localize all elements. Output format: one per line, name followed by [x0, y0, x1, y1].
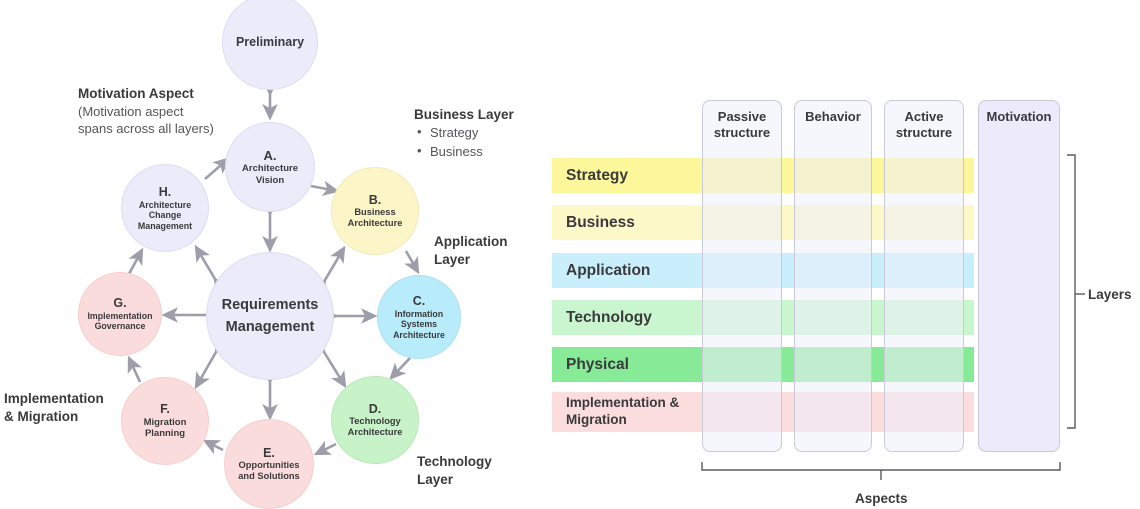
adm-node-b[interactable]: B. Business Architecture — [331, 167, 419, 255]
technology-layer-heading: Technology Layer — [417, 454, 492, 488]
application-layer-heading: Application Layer — [434, 234, 508, 268]
adm-node-f[interactable]: F. Migration Planning — [121, 377, 209, 465]
adm-node-a-letter: A. — [263, 148, 277, 164]
diagram-root: Preliminary A. Architecture Vision B. Bus… — [0, 0, 1140, 509]
matrix-bracket-layer — [701, 154, 1085, 480]
business-layer-heading: Business Layer — [414, 107, 514, 122]
business-layer-bullets: Strategy Business — [414, 123, 514, 161]
adm-node-h[interactable]: H. Architecture Change Management — [121, 164, 209, 252]
adm-node-g[interactable]: G. Implementation Governance — [78, 272, 162, 356]
adm-node-f-label: Migration Planning — [143, 417, 187, 440]
adm-node-preliminary-title: Preliminary — [235, 34, 305, 49]
business-layer-bullet-business: Business — [414, 142, 514, 161]
requirements-label: Requirements — [221, 296, 319, 313]
adm-node-e-letter: E. — [263, 445, 275, 460]
matrix-layers-bracket-label: Layers — [1088, 287, 1132, 302]
adm-node-a[interactable]: A. Architecture Vision — [225, 122, 315, 212]
implementation-migration-heading: Implementation & Migration — [4, 391, 104, 425]
adm-node-e-label: Opportunities and Solutions — [238, 460, 300, 482]
label-application-layer: Application Layer — [434, 233, 508, 269]
layers-aspects-matrix: Strategy Business Application Technology… — [540, 0, 1140, 509]
motivation-aspect-body: (Motivation aspect spans across all layer… — [78, 104, 214, 137]
adm-node-requirements-management[interactable]: Requirements Management — [206, 252, 334, 380]
adm-node-e[interactable]: E. Opportunities and Solutions — [224, 419, 314, 509]
motivation-aspect-heading: Motivation Aspect — [78, 86, 194, 101]
management-label: Management — [225, 319, 315, 335]
adm-node-h-label: Architecture Change Management — [137, 199, 193, 231]
adm-node-g-letter: G. — [113, 296, 127, 311]
adm-node-c-label: Information Systems Architecture — [393, 308, 445, 340]
adm-node-a-label: Architecture Vision — [242, 163, 298, 186]
label-business-layer: Business Layer Strategy Business — [414, 106, 514, 161]
label-technology-layer: Technology Layer — [417, 453, 492, 489]
adm-node-b-letter: B. — [368, 192, 382, 207]
adm-node-d[interactable]: D. Technology Architecture — [331, 376, 419, 464]
adm-node-g-label: Implementation Governance — [87, 311, 153, 332]
adm-node-d-letter: D. — [368, 401, 382, 416]
adm-node-c[interactable]: C. Information Systems Architecture — [377, 275, 461, 359]
matrix-aspects-bracket-label: Aspects — [855, 491, 908, 506]
adm-node-b-label: Business Architecture — [347, 207, 403, 229]
business-layer-bullet-strategy: Strategy — [414, 123, 514, 142]
adm-cycle-diagram: Preliminary A. Architecture Vision B. Bus… — [0, 0, 540, 509]
adm-node-d-label: Technology Architecture — [347, 416, 403, 438]
label-motivation-aspect: Motivation Aspect (Motivation aspect span… — [78, 85, 214, 138]
adm-node-c-letter: C. — [412, 294, 426, 309]
label-implementation-migration: Implementation & Migration — [4, 390, 104, 426]
adm-node-f-letter: F. — [160, 402, 170, 417]
adm-node-h-letter: H. — [158, 184, 172, 199]
